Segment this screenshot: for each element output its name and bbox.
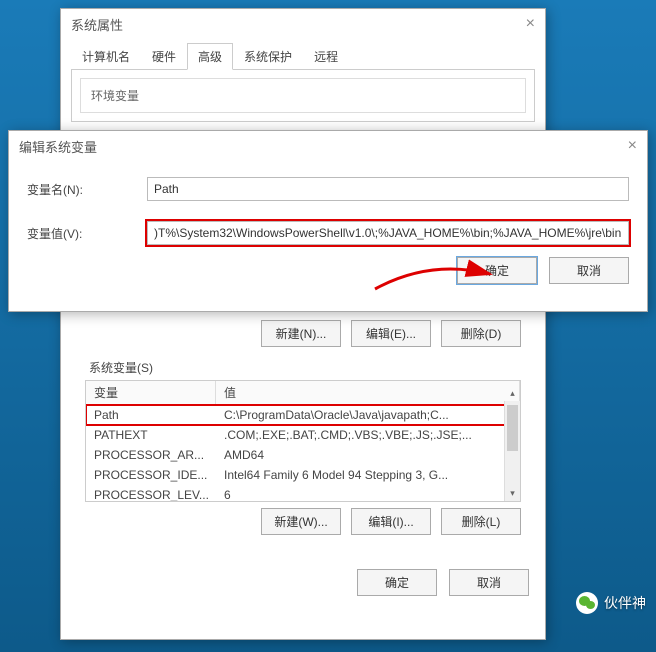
cell-var-name: PROCESSOR_IDE... xyxy=(86,466,216,484)
sysprops-title: 系统属性 xyxy=(71,15,123,34)
var-name-row: 变量名(N): xyxy=(9,173,647,205)
cancel-button[interactable]: 取消 xyxy=(449,569,529,596)
edit-system-variable-window: 编辑系统变量 × 变量名(N): 变量值(V): 确定 取消 xyxy=(8,130,648,312)
table-row[interactable]: Path C:\ProgramData\Oracle\Java\javapath… xyxy=(86,405,520,425)
var-value-row: 变量值(V): xyxy=(9,217,647,249)
user-edit-button[interactable]: 编辑(E)... xyxy=(351,320,431,347)
tab-hardware[interactable]: 硬件 xyxy=(141,43,187,70)
user-new-button[interactable]: 新建(N)... xyxy=(261,320,341,347)
cell-var-value: Intel64 Family 6 Model 94 Stepping 3, G.… xyxy=(216,466,520,484)
tab-system-protection[interactable]: 系统保护 xyxy=(233,43,303,70)
cell-var-name: PROCESSOR_LEV... xyxy=(86,486,216,502)
table-row[interactable]: PATHEXT .COM;.EXE;.BAT;.CMD;.VBS;.VBE;.J… xyxy=(86,425,520,445)
cell-var-name: PROCESSOR_AR... xyxy=(86,446,216,464)
sys-delete-button[interactable]: 删除(L) xyxy=(441,508,521,535)
table-header: 变量 值 xyxy=(86,381,520,405)
env-vars-panel: 新建(N)... 编辑(E)... 删除(D) 系统变量(S) 变量 值 Pat… xyxy=(61,320,545,610)
env-vars-label: 环境变量 xyxy=(91,89,139,103)
dialog-button-row: 确定 取消 xyxy=(71,561,535,600)
system-vars-label: 系统变量(S) xyxy=(89,359,535,376)
ok-button[interactable]: 确定 xyxy=(357,569,437,596)
cancel-button[interactable]: 取消 xyxy=(549,257,629,284)
table-body: Path C:\ProgramData\Oracle\Java\javapath… xyxy=(86,405,520,502)
cell-var-value: 6 xyxy=(216,486,520,502)
tab-panel-advanced: 环境变量 xyxy=(71,69,535,122)
wechat-icon xyxy=(576,592,598,614)
system-vars-button-row: 新建(W)... 编辑(I)... 删除(L) xyxy=(85,508,521,535)
scroll-up-icon[interactable]: ▴ xyxy=(505,385,520,401)
editvar-title: 编辑系统变量 xyxy=(19,137,97,156)
col-value[interactable]: 值 xyxy=(216,381,520,404)
sys-edit-button[interactable]: 编辑(I)... xyxy=(351,508,431,535)
table-row[interactable]: PROCESSOR_IDE... Intel64 Family 6 Model … xyxy=(86,465,520,485)
tab-remote[interactable]: 远程 xyxy=(303,43,349,70)
var-name-label: 变量名(N): xyxy=(27,181,147,198)
cell-var-value: AMD64 xyxy=(216,446,520,464)
table-row[interactable]: PROCESSOR_AR... AMD64 xyxy=(86,445,520,465)
scroll-thumb[interactable] xyxy=(507,405,518,451)
cell-var-value: .COM;.EXE;.BAT;.CMD;.VBS;.VBE;.JS;.JSE;.… xyxy=(216,426,520,444)
sysprops-titlebar: 系统属性 × xyxy=(61,9,545,39)
system-properties-window: 系统属性 × 计算机名 硬件 高级 系统保护 远程 环境变量 新建(N)... … xyxy=(60,8,546,640)
cell-var-name: Path xyxy=(86,406,216,424)
var-value-label: 变量值(V): xyxy=(27,225,147,242)
editvar-button-row: 确定 取消 xyxy=(9,249,647,288)
sysprops-tabs: 计算机名 硬件 高级 系统保护 远程 xyxy=(61,43,545,70)
var-value-input[interactable] xyxy=(147,221,629,245)
ok-button[interactable]: 确定 xyxy=(457,257,537,284)
sys-new-button[interactable]: 新建(W)... xyxy=(261,508,341,535)
close-icon[interactable]: × xyxy=(495,15,535,33)
user-vars-button-row: 新建(N)... 编辑(E)... 删除(D) xyxy=(85,320,521,347)
watermark-text: 伙伴神 xyxy=(604,593,646,613)
watermark: 伙伴神 xyxy=(576,592,646,614)
cell-var-name: PATHEXT xyxy=(86,426,216,444)
env-vars-box: 环境变量 xyxy=(80,78,526,113)
close-icon[interactable]: × xyxy=(597,137,637,155)
editvar-titlebar: 编辑系统变量 × xyxy=(9,131,647,161)
var-name-input[interactable] xyxy=(147,177,629,201)
table-row[interactable]: PROCESSOR_LEV... 6 xyxy=(86,485,520,502)
user-delete-button[interactable]: 删除(D) xyxy=(441,320,521,347)
scrollbar[interactable]: ▴ ▾ xyxy=(504,401,520,501)
tab-advanced[interactable]: 高级 xyxy=(187,43,233,70)
tab-computer-name[interactable]: 计算机名 xyxy=(71,43,141,70)
cell-var-value: C:\ProgramData\Oracle\Java\javapath;C... xyxy=(216,406,520,424)
col-variable[interactable]: 变量 xyxy=(86,381,216,404)
scroll-down-icon[interactable]: ▾ xyxy=(505,485,520,501)
system-vars-table: 变量 值 Path C:\ProgramData\Oracle\Java\jav… xyxy=(85,380,521,502)
